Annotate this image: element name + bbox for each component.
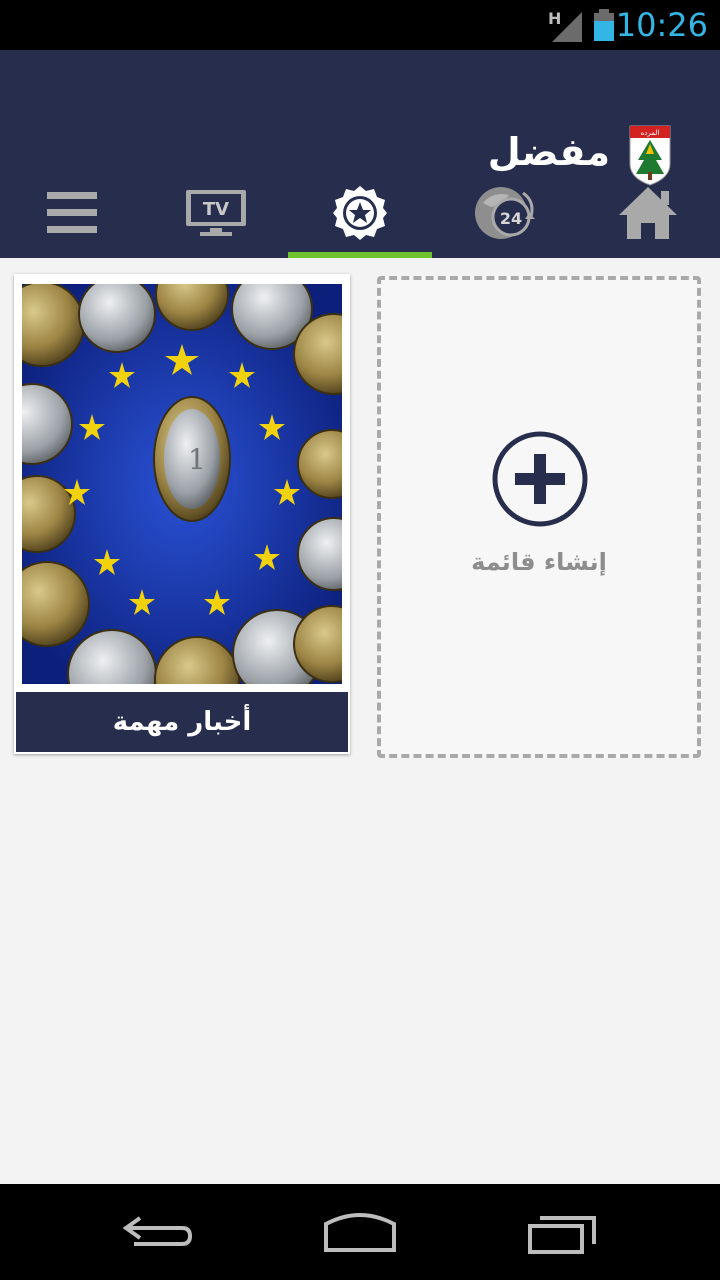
tab-menu[interactable]	[0, 168, 144, 258]
tab-favorites[interactable]	[288, 168, 432, 258]
star-badge-icon	[333, 186, 387, 240]
svg-text:1: 1	[188, 443, 206, 476]
list-card[interactable]: 1 أخبار مهمة	[14, 274, 350, 754]
status-bar: H 10:26	[0, 0, 720, 50]
status-time: 10:26	[615, 6, 708, 44]
tv-icon: TV	[186, 190, 246, 236]
recents-icon[interactable]	[522, 1206, 602, 1256]
back-icon[interactable]	[120, 1206, 200, 1256]
signal-icon: H	[548, 9, 582, 42]
tab-tv[interactable]: TV	[144, 168, 288, 258]
network-type-label: H	[548, 9, 561, 28]
clock-24-label: 24	[500, 209, 522, 228]
battery-icon	[594, 9, 614, 41]
list-card-image: 1	[22, 284, 342, 684]
tab-home[interactable]	[576, 168, 720, 258]
home-icon	[619, 187, 677, 239]
create-list-label: إنشاء قائمة	[471, 548, 607, 576]
app-bar: مفضل المرده 24 TV	[0, 50, 720, 258]
home-outline-icon[interactable]	[320, 1206, 400, 1256]
create-list-button[interactable]: إنشاء قائمة	[377, 276, 701, 758]
menu-icon	[47, 192, 97, 233]
logo-text: المرده	[641, 129, 660, 137]
system-nav-bar	[0, 1184, 720, 1280]
plus-circle-icon	[492, 431, 588, 527]
clock-24-icon: 24	[475, 187, 535, 239]
euro-coins-image: 1	[22, 284, 342, 684]
tv-label: TV	[203, 199, 229, 220]
list-card-title: أخبار مهمة	[16, 692, 348, 752]
tab-24h[interactable]: 24	[432, 168, 576, 258]
